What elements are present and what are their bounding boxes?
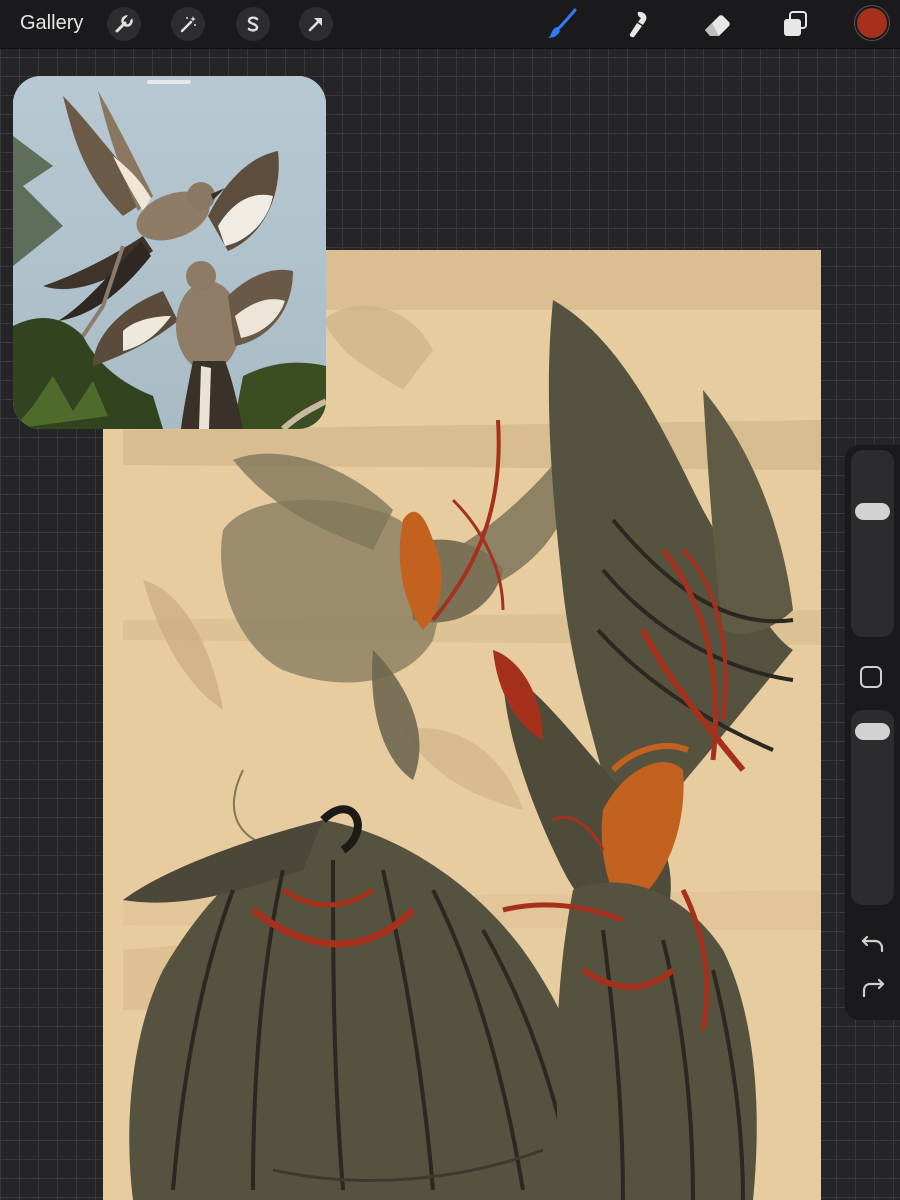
redo-icon — [862, 978, 885, 998]
gallery-button[interactable]: Gallery — [20, 12, 83, 35]
opacity-slider[interactable] — [851, 710, 894, 905]
modify-button[interactable] — [860, 666, 882, 688]
brush-size-slider[interactable] — [851, 450, 894, 637]
actions-button[interactable] — [107, 7, 141, 41]
brush-icon — [548, 8, 577, 38]
selection-s-icon — [247, 16, 259, 32]
eraser-tool-button[interactable] — [699, 6, 735, 42]
eraser-icon — [705, 15, 730, 36]
brush-size-slider-handle[interactable] — [855, 502, 890, 520]
paint-tool-button[interactable] — [545, 6, 581, 42]
adjustments-button[interactable] — [171, 7, 205, 41]
top-toolbar: Gallery — [0, 0, 900, 49]
right-sidebar — [845, 445, 900, 1020]
redo-button[interactable] — [859, 976, 887, 1000]
undo-icon — [861, 935, 884, 953]
selection-button[interactable] — [236, 7, 270, 41]
magic-wand-icon — [180, 16, 196, 33]
wrench-icon — [115, 14, 134, 33]
transform-arrow-icon — [308, 18, 322, 32]
layers-icon — [784, 11, 807, 36]
color-picker-swatch[interactable] — [857, 8, 887, 38]
reference-window-grabber[interactable] — [147, 80, 191, 84]
undo-button[interactable] — [859, 931, 887, 955]
layers-button[interactable] — [777, 6, 813, 42]
opacity-slider-handle[interactable] — [855, 722, 890, 740]
smudge-tool-button[interactable] — [621, 6, 657, 42]
reference-image — [13, 76, 326, 429]
smudge-icon — [629, 11, 647, 38]
reference-window[interactable] — [13, 76, 326, 429]
transform-button[interactable] — [299, 7, 333, 41]
